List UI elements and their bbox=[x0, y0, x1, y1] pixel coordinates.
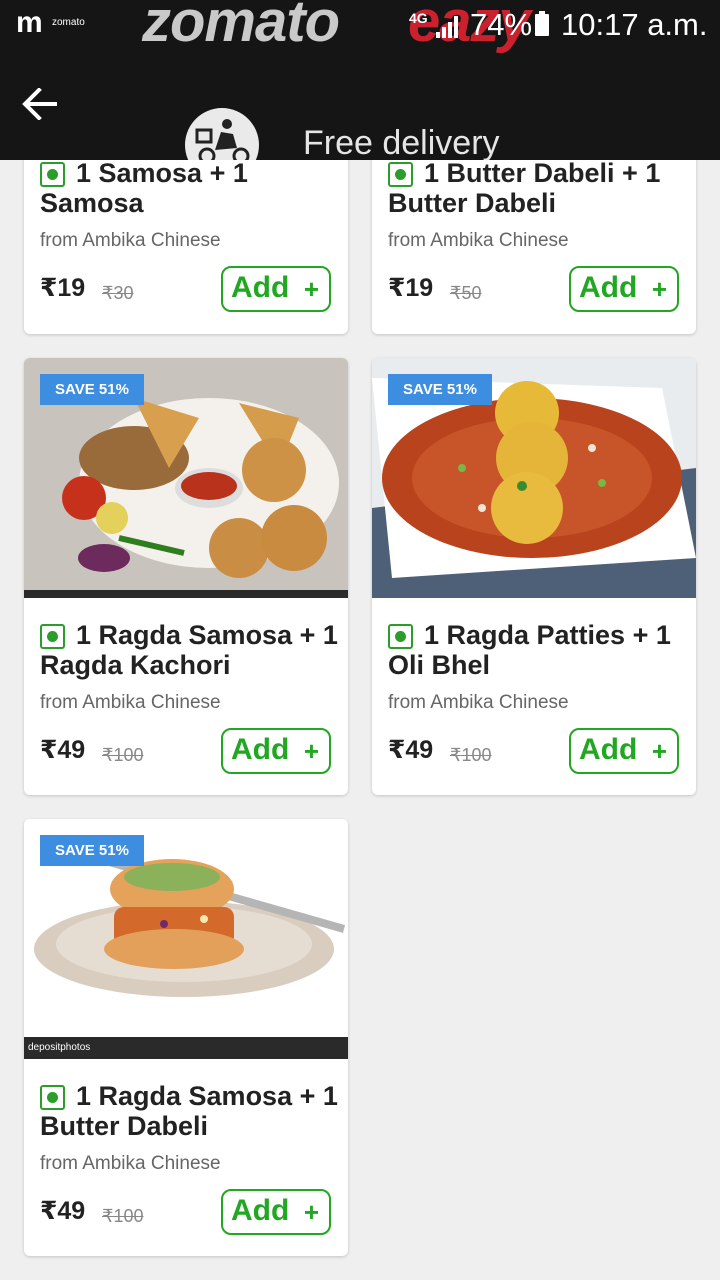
add-button[interactable]: Add + bbox=[569, 266, 679, 312]
image-watermark: depositphotos bbox=[24, 1037, 348, 1059]
status-time: 10:17 a.m. bbox=[561, 7, 708, 42]
save-badge: SAVE 51% bbox=[40, 374, 144, 405]
restaurant-name: from Ambika Chinese bbox=[40, 1153, 221, 1174]
item-title: 1 Ragda Samosa + 1 Ragda Kachori bbox=[40, 620, 338, 680]
item-original-price: ₹100 bbox=[102, 745, 144, 765]
signal-icon bbox=[436, 16, 458, 38]
save-badge: SAVE 51% bbox=[40, 835, 144, 866]
add-button-label: Add bbox=[579, 271, 638, 304]
free-delivery-label: Free delivery bbox=[303, 124, 500, 160]
restaurant-name: from Ambika Chinese bbox=[40, 230, 221, 251]
app-name: zomato bbox=[52, 17, 85, 28]
item-title: 1 Ragda Patties + 1 Oli Bhel bbox=[388, 620, 671, 680]
food-image-samosa-dabeli: SAVE 51% depositphotos bbox=[24, 819, 348, 1059]
restaurant-name: from Ambika Chinese bbox=[388, 230, 569, 251]
zomato-app-icon: m bbox=[16, 6, 43, 39]
plus-icon: + bbox=[303, 1197, 319, 1227]
item-price: ₹49 bbox=[388, 736, 434, 764]
battery-percent: 74% bbox=[470, 7, 533, 42]
item-title: 1 Butter Dabeli + 1 Butter Dabeli bbox=[388, 158, 661, 218]
item-price: ₹19 bbox=[388, 274, 434, 302]
delivery-scooter-icon bbox=[185, 108, 259, 160]
restaurant-name: from Ambika Chinese bbox=[40, 692, 221, 713]
plus-icon: + bbox=[651, 736, 667, 766]
deal-card[interactable]: SAVE 51% 1 Ragda Samosa + 1 Ragda Kachor… bbox=[24, 358, 348, 795]
deal-card[interactable]: SAVE 51% 1 Ragda Patties + 1 Oli Bhel fr… bbox=[372, 358, 696, 795]
deal-card[interactable]: SAVE 51% depositphotos 1 Ragda Samosa + … bbox=[24, 819, 348, 1256]
item-price: ₹49 bbox=[40, 1197, 86, 1225]
add-button[interactable]: Add + bbox=[221, 1189, 331, 1235]
item-price: ₹49 bbox=[40, 736, 86, 764]
network-indicator: 4G bbox=[409, 10, 428, 26]
add-button[interactable]: Add + bbox=[221, 266, 331, 312]
plus-icon: + bbox=[303, 274, 319, 304]
add-button-label: Add bbox=[231, 733, 290, 766]
item-original-price: ₹30 bbox=[102, 283, 134, 303]
item-original-price: ₹100 bbox=[450, 745, 492, 765]
add-button[interactable]: Add + bbox=[221, 728, 331, 774]
back-arrow-icon[interactable] bbox=[22, 87, 58, 121]
add-button-label: Add bbox=[231, 271, 290, 304]
status-bar: m zomato zomato eazy 4G 74% 10:17 a.m. bbox=[0, 0, 720, 54]
add-button-label: Add bbox=[231, 1194, 290, 1227]
add-button-label: Add bbox=[579, 733, 638, 766]
item-title: 1 Ragda Samosa + 1 Butter Dabeli bbox=[40, 1081, 338, 1141]
add-button[interactable]: Add + bbox=[569, 728, 679, 774]
app-header: m zomato zomato eazy 4G 74% 10:17 a.m. F… bbox=[0, 0, 720, 160]
plus-icon: + bbox=[651, 274, 667, 304]
restaurant-name: from Ambika Chinese bbox=[388, 692, 569, 713]
item-original-price: ₹100 bbox=[102, 1206, 144, 1226]
save-badge: SAVE 51% bbox=[388, 374, 492, 405]
battery-icon bbox=[535, 11, 549, 36]
item-price: ₹19 bbox=[40, 274, 86, 302]
food-image-samosa-kachori: SAVE 51% bbox=[24, 358, 348, 598]
food-image-ragda-patties: SAVE 51% bbox=[372, 358, 696, 598]
item-title: 1 Samosa + 1 Samosa bbox=[40, 158, 248, 218]
plus-icon: + bbox=[303, 736, 319, 766]
brand-logo-zomato: zomato bbox=[142, 0, 340, 54]
item-original-price: ₹50 bbox=[450, 283, 482, 303]
